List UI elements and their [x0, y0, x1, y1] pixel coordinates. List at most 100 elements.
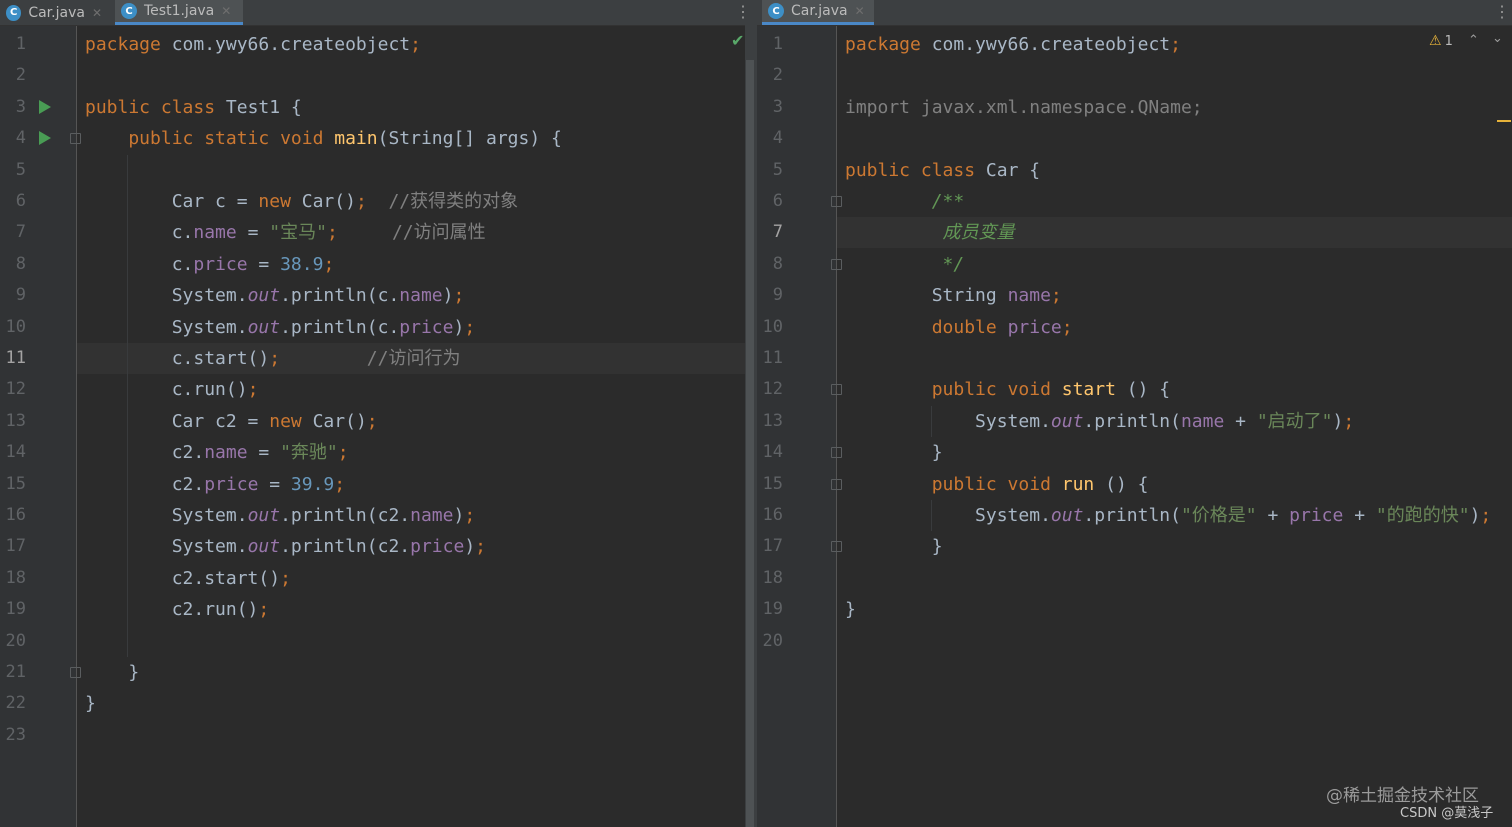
code-line[interactable]: public void start () {: [845, 374, 1170, 405]
line-number[interactable]: 20: [757, 626, 783, 657]
run-icon[interactable]: [39, 131, 51, 145]
line-number[interactable]: 10: [757, 312, 783, 343]
code-token: c2.: [85, 474, 205, 495]
code-line[interactable]: c.price = 38.9;: [85, 249, 335, 280]
code-token: price: [399, 317, 454, 338]
warning-stripe-marker[interactable]: [1497, 120, 1511, 122]
line-number[interactable]: 18: [0, 563, 26, 594]
code-line[interactable]: }: [845, 437, 943, 468]
code-line[interactable]: c2.name = "奔驰";: [85, 437, 349, 468]
close-icon[interactable]: ✕: [855, 4, 865, 18]
line-number[interactable]: 12: [0, 374, 26, 405]
code-line[interactable]: Car c2 = new Car();: [85, 406, 378, 437]
line-number[interactable]: 19: [0, 594, 26, 625]
code-line[interactable]: public void run () {: [845, 469, 1149, 500]
code-line[interactable]: 成员变量: [845, 217, 1015, 248]
code-line[interactable]: String name;: [845, 280, 1062, 311]
line-number[interactable]: 13: [757, 406, 783, 437]
tab-test1-java[interactable]: C Test1.java ✕: [115, 0, 243, 25]
code-line[interactable]: c2.start();: [85, 563, 291, 594]
code-line[interactable]: c2.price = 39.9;: [85, 469, 345, 500]
warning-indicator[interactable]: ⚠ 1: [1429, 33, 1453, 49]
line-number[interactable]: 3: [0, 92, 26, 123]
code-line[interactable]: }: [845, 594, 856, 625]
line-number[interactable]: 4: [757, 123, 783, 154]
code-token: import javax.xml.namespace.QName;: [845, 97, 1203, 118]
line-number[interactable]: 16: [0, 500, 26, 531]
code-line[interactable]: System.out.println("价格是" + price + "的跑的快…: [845, 500, 1491, 531]
code-line[interactable]: System.out.println(name + "启动了");: [845, 406, 1354, 437]
code-token: Car(): [312, 411, 367, 432]
line-number[interactable]: 8: [757, 249, 783, 280]
line-number[interactable]: 9: [0, 280, 26, 311]
line-number[interactable]: 9: [757, 280, 783, 311]
close-icon[interactable]: ✕: [221, 4, 231, 18]
code-line[interactable]: }: [85, 657, 139, 688]
line-number[interactable]: 6: [0, 186, 26, 217]
code-line[interactable]: */: [845, 249, 965, 280]
line-number[interactable]: 11: [757, 343, 783, 374]
line-number[interactable]: 15: [757, 469, 783, 500]
line-number[interactable]: 15: [0, 469, 26, 500]
code-line[interactable]: package com.ywy66.createobject;: [85, 29, 421, 60]
code-line[interactable]: Car c = new Car(); //获得类的对象: [85, 186, 518, 217]
code-line[interactable]: public static void main(String[] args) {: [85, 123, 562, 154]
line-number[interactable]: 5: [757, 155, 783, 186]
code-line[interactable]: }: [85, 688, 96, 719]
line-number[interactable]: 2: [0, 60, 26, 91]
code-line[interactable]: System.out.println(c2.price);: [85, 531, 486, 562]
code-line[interactable]: import javax.xml.namespace.QName;: [845, 92, 1203, 123]
more-options-icon[interactable]: ⋮: [1494, 2, 1510, 22]
line-number[interactable]: 2: [757, 60, 783, 91]
line-number[interactable]: 5: [0, 155, 26, 186]
code-line[interactable]: System.out.println(c.price);: [85, 312, 475, 343]
code-line[interactable]: c.run();: [85, 374, 259, 405]
more-options-icon[interactable]: ⋮: [735, 2, 745, 22]
code-line[interactable]: c2.run();: [85, 594, 270, 625]
run-icon[interactable]: [39, 100, 51, 114]
code-line[interactable]: c.name = "宝马"; //访问属性: [85, 217, 486, 248]
line-number[interactable]: 21: [0, 657, 26, 688]
previous-highlight-icon[interactable]: ⌃: [1468, 33, 1479, 48]
code-line[interactable]: package com.ywy66.createobject;: [845, 29, 1181, 60]
next-highlight-icon[interactable]: ⌄: [1492, 31, 1503, 46]
line-number[interactable]: 16: [757, 500, 783, 531]
line-number[interactable]: 1: [0, 29, 26, 60]
code-token: ;: [1480, 505, 1492, 526]
line-number[interactable]: 7: [757, 217, 783, 248]
code-line[interactable]: }: [845, 531, 943, 562]
code-line[interactable]: c.start(); //访问行为: [85, 343, 461, 374]
code-line[interactable]: public class Car {: [845, 155, 1040, 186]
line-number[interactable]: 17: [757, 531, 783, 562]
line-number[interactable]: 14: [0, 437, 26, 468]
line-number[interactable]: 12: [757, 374, 783, 405]
line-number[interactable]: 13: [0, 406, 26, 437]
tab-car-java[interactable]: C Car.java ✕: [0, 0, 110, 25]
close-icon[interactable]: ✕: [92, 6, 102, 20]
line-number[interactable]: 8: [0, 249, 26, 280]
code-line[interactable]: System.out.println(c.name);: [85, 280, 465, 311]
line-number[interactable]: 6: [757, 186, 783, 217]
code-token: }: [85, 693, 96, 714]
line-number[interactable]: 1: [757, 29, 783, 60]
line-number[interactable]: 18: [757, 563, 783, 594]
line-number[interactable]: 4: [0, 123, 26, 154]
line-number[interactable]: 17: [0, 531, 26, 562]
left-code-editor[interactable]: package com.ywy66.createobject; public cl…: [77, 26, 745, 827]
line-number[interactable]: 7: [0, 217, 26, 248]
code-line[interactable]: double price;: [845, 312, 1073, 343]
line-number[interactable]: 3: [757, 92, 783, 123]
line-number[interactable]: 10: [0, 312, 26, 343]
tab-car-java[interactable]: C Car.java ✕: [762, 0, 874, 25]
code-line[interactable]: /**: [845, 186, 965, 217]
code-line[interactable]: System.out.println(c2.name);: [85, 500, 475, 531]
code-line[interactable]: public class Test1 {: [85, 92, 302, 123]
right-code-editor[interactable]: package com.ywy66.createobject; import ja…: [837, 26, 1512, 827]
line-number[interactable]: 14: [757, 437, 783, 468]
line-number[interactable]: 19: [757, 594, 783, 625]
line-number[interactable]: 11: [0, 343, 26, 374]
line-number[interactable]: 23: [0, 720, 26, 751]
scrollbar-thumb[interactable]: [746, 60, 754, 827]
line-number[interactable]: 20: [0, 626, 26, 657]
line-number[interactable]: 22: [0, 688, 26, 719]
